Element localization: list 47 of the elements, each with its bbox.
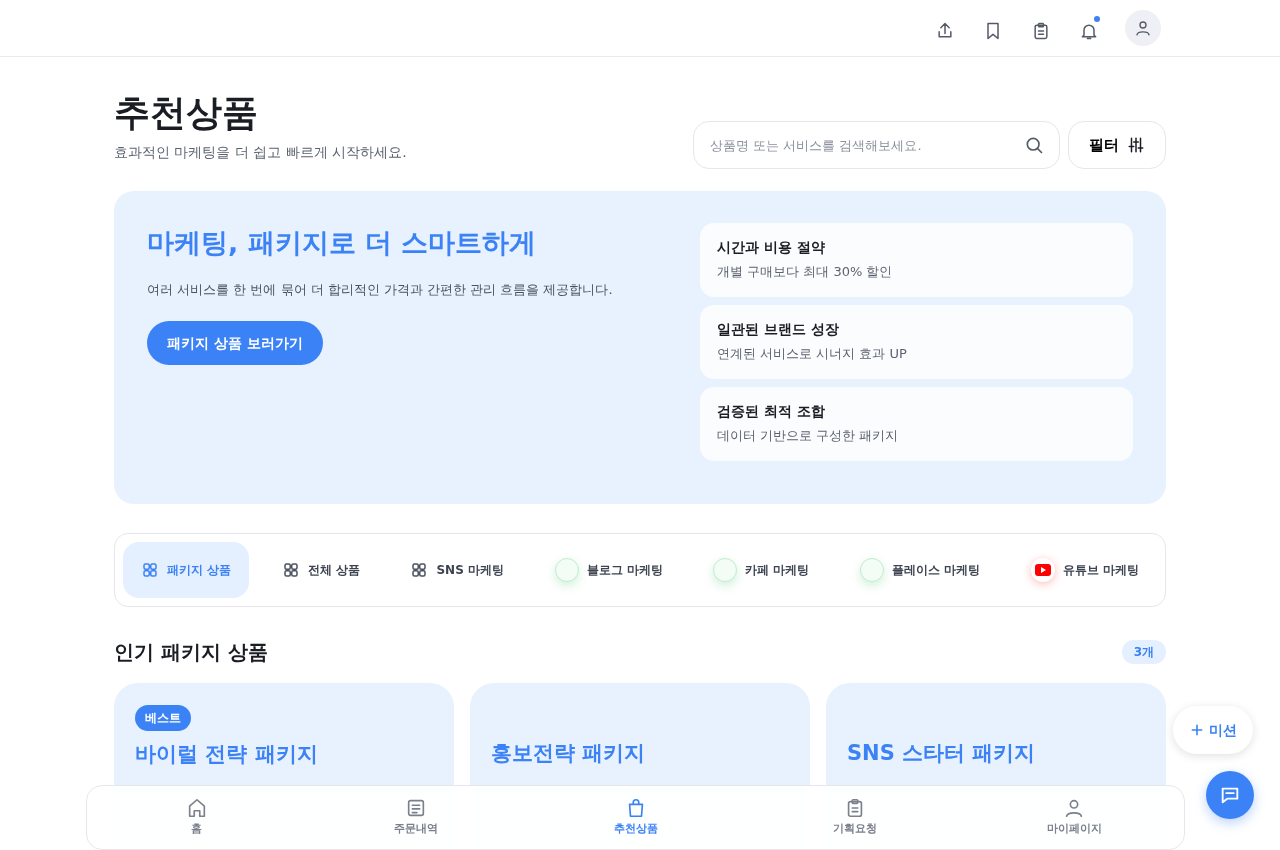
- count-label: 3개: [1121, 640, 1166, 665]
- circle-icon: [860, 558, 884, 583]
- feature-text: 개별 구매보다 최대 30% 할인: [717, 263, 894, 282]
- package-title: 홍보전략 패키지: [491, 740, 647, 768]
- feature-title: 검증된 최적 조합: [717, 402, 826, 422]
- circle-icon: [554, 558, 579, 583]
- category-tab[interactable]: 유튜브 마케팅: [1012, 542, 1157, 599]
- nav-tab[interactable]: 마이페이지: [964, 786, 1185, 849]
- feature-title: 일관된 브랜드 성장: [717, 320, 840, 340]
- category-tab[interactable]: SNS 마케팅: [392, 542, 522, 599]
- category-tab[interactable]: 카페 마케팅: [695, 542, 828, 599]
- nav-tab[interactable]: 추천상품: [525, 786, 746, 849]
- user-icon: [1134, 19, 1152, 37]
- filter-button[interactable]: 필터: [1068, 121, 1166, 170]
- category-tab[interactable]: 패키지 상품: [123, 542, 250, 599]
- package-button[interactable]: 패키지 상품 보러가기: [147, 321, 323, 366]
- nav-tab[interactable]: 기획요청: [745, 786, 965, 849]
- profile-button[interactable]: [1125, 10, 1161, 46]
- category-tab[interactable]: 전체 상품: [263, 542, 378, 599]
- clipboard-icon: [1031, 20, 1051, 41]
- best-label: 베스트: [135, 705, 191, 732]
- category-tab[interactable]: 플레이스 마케팅: [842, 542, 999, 599]
- sliders-icon: [1127, 136, 1145, 155]
- page-title: 추천상품: [114, 91, 259, 135]
- share-icon: [935, 20, 955, 41]
- page-subtitle: 효과적인 마케팅을 더 쉽고 빠르게 시작하세요.: [114, 143, 407, 163]
- feature-text: 데이터 기반으로 구성한 패키지: [717, 427, 900, 446]
- grid-icon: [281, 561, 300, 580]
- grid-icon: [410, 561, 429, 580]
- package-title: 바이럴 전략 패키지: [135, 741, 319, 769]
- category-tab[interactable]: 블로그 마케팅: [536, 542, 681, 599]
- mission-button[interactable]: 미션: [1173, 706, 1253, 754]
- search-field[interactable]: 상품명 또는 서비스를 검색해보세요.: [693, 121, 1060, 170]
- grid-icon: [141, 561, 159, 580]
- chat-button[interactable]: [1206, 771, 1254, 819]
- circle-icon: [713, 558, 738, 583]
- nav-tab[interactable]: 주문내역: [306, 786, 526, 849]
- package-title: SNS 스타터 패키지: [847, 740, 1037, 768]
- section-title: 인기 패키지 상품: [114, 639, 268, 667]
- banner-text: 여러 서비스를 한 번에 묶어 더 합리적인 가격과 간편한 관리 흐름을 제공합니다.: [147, 280, 613, 299]
- feature-title: 시간과 비용 절약: [717, 238, 826, 258]
- play-icon: [1030, 558, 1055, 583]
- plus-icon: [1189, 722, 1205, 738]
- search-icon: [1024, 135, 1044, 156]
- banner-title: 마케팅, 패키지로 더 스마트하게: [147, 226, 538, 261]
- feature-text: 연계된 서비스로 시너지 효과 UP: [717, 345, 908, 364]
- nav-tab[interactable]: 홈: [87, 786, 307, 849]
